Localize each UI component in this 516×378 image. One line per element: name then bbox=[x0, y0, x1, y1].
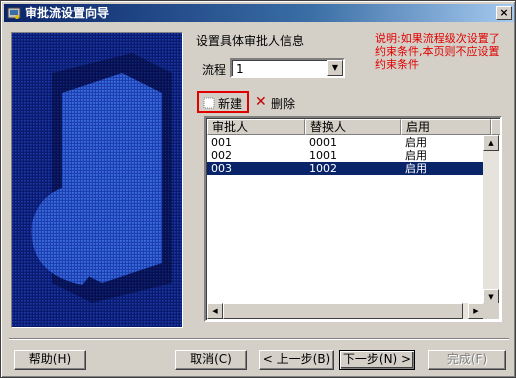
scroll-up-icon[interactable]: ▲ bbox=[483, 135, 499, 151]
delete-approver-button[interactable]: ✕ 删除 bbox=[253, 91, 299, 113]
delete-x-icon: ✕ bbox=[255, 94, 267, 110]
new-approver-button[interactable]: 新建 bbox=[197, 91, 249, 113]
substitute-cell: 1001 bbox=[309, 149, 337, 162]
wizard-window: 审批流设置向导 × 设置具体审批人信息 说明:如果流程级次设置了约束条件,本页则… bbox=[0, 0, 516, 378]
enabled-cell: 启用 bbox=[405, 136, 427, 149]
approver-table[interactable]: 审批人 替换人 启用 001 0001 启用 002 1001 启用 003 1… bbox=[204, 116, 502, 322]
scroll-right-icon[interactable]: ▶ bbox=[468, 303, 484, 319]
chevron-down-icon[interactable]: ▼ bbox=[327, 60, 343, 76]
column-header-substitute[interactable]: 替换人 bbox=[305, 119, 401, 135]
title-bar[interactable]: 审批流设置向导 × bbox=[4, 4, 514, 22]
substitute-cell: 1002 bbox=[309, 162, 337, 175]
footer-divider bbox=[9, 338, 509, 340]
wizard-illustration-icon bbox=[12, 33, 182, 327]
delete-button-label: 删除 bbox=[271, 97, 296, 111]
app-icon bbox=[7, 7, 21, 19]
table-row[interactable]: 002 1001 启用 bbox=[207, 149, 497, 162]
table-row-selected[interactable]: 003 1002 启用 bbox=[207, 162, 497, 175]
new-document-icon bbox=[203, 97, 215, 109]
approver-cell: 002 bbox=[211, 149, 232, 162]
horizontal-scrollbar[interactable]: ◀ ▶ bbox=[207, 303, 484, 319]
new-button-label: 新建 bbox=[218, 97, 243, 111]
close-button[interactable]: × bbox=[496, 6, 512, 20]
enabled-cell: 启用 bbox=[405, 149, 427, 162]
approver-cell: 001 bbox=[211, 136, 232, 149]
approver-cell: 003 bbox=[211, 162, 232, 175]
back-button[interactable]: < 上一步(B) bbox=[259, 350, 334, 370]
close-icon: × bbox=[499, 6, 509, 19]
constraint-note: 说明:如果流程级次设置了约束条件,本页则不应设置约束条件 bbox=[375, 32, 500, 71]
next-button[interactable]: 下一步(N) > bbox=[339, 350, 415, 370]
column-header-extra[interactable] bbox=[491, 119, 500, 135]
wizard-side-image bbox=[11, 32, 183, 328]
flow-label: 流程 bbox=[202, 63, 227, 77]
horizontal-scroll-thumb[interactable] bbox=[223, 303, 463, 319]
flow-value: 1 bbox=[236, 62, 244, 76]
cancel-button[interactable]: 取消(C) bbox=[175, 350, 247, 370]
section-title: 设置具体审批人信息 bbox=[196, 34, 305, 48]
scrollbar-corner bbox=[483, 303, 499, 319]
enabled-cell: 启用 bbox=[405, 162, 427, 175]
help-button[interactable]: 帮助(H) bbox=[14, 350, 86, 370]
table-row[interactable]: 001 0001 启用 bbox=[207, 136, 497, 149]
column-header-approver[interactable]: 审批人 bbox=[207, 119, 305, 135]
column-header-enabled[interactable]: 启用 bbox=[401, 119, 491, 135]
substitute-cell: 0001 bbox=[309, 136, 337, 149]
flow-dropdown[interactable]: 1 ▼ bbox=[230, 58, 345, 78]
scroll-left-icon[interactable]: ◀ bbox=[207, 303, 223, 319]
table-header: 审批人 替换人 启用 bbox=[207, 119, 500, 135]
finish-button[interactable]: 完成(F) bbox=[428, 350, 506, 370]
vertical-scrollbar[interactable]: ▲ ▼ bbox=[483, 135, 499, 305]
window-title: 审批流设置向导 bbox=[25, 6, 110, 20]
